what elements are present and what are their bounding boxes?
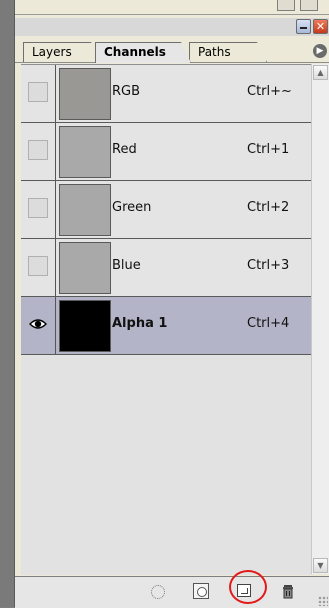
channel-name: Green [112,200,152,215]
minimize-button[interactable] [296,19,311,34]
tab-layers[interactable]: Layers [23,42,101,62]
visibility-toggle[interactable] [21,239,56,296]
channel-name: RGB [112,84,141,99]
resize-grip[interactable] [318,596,328,606]
channel-thumbnail [59,242,111,294]
channel-shortcut: Ctrl+2 [247,200,290,215]
channel-row[interactable]: Red Ctrl+1 [21,123,311,181]
channel-thumbnail [59,300,111,352]
visibility-box[interactable] [28,140,48,160]
visibility-box[interactable] [28,256,48,276]
tab-paths[interactable]: Paths [189,42,267,62]
channel-shortcut: Ctrl+3 [247,258,290,273]
channel-thumbnail [59,184,111,236]
visibility-toggle[interactable] [21,65,56,122]
new-channel-icon[interactable] [237,584,251,597]
channel-shortcut: Ctrl+4 [247,316,290,331]
visibility-toggle[interactable] [21,297,56,354]
visibility-box[interactable] [28,82,48,102]
scroll-down-icon[interactable]: ▼ [313,558,328,573]
visibility-toggle[interactable] [21,181,56,238]
channels-panel: ✕ Layers Channels Paths ▶ RGB Ctrl+~ Red Ct… [14,0,329,608]
channel-shortcut: Ctrl+1 [247,142,290,157]
channel-name: Blue [112,258,141,273]
eye-icon[interactable] [29,317,47,331]
vertical-scrollbar[interactable]: ▲ ▼ [311,64,329,574]
channel-name: Alpha 1 [112,316,168,331]
channel-row[interactable]: RGB Ctrl+~ [21,65,311,123]
previous-panel-button[interactable] [277,0,295,11]
window-left-frame [0,0,14,607]
panel-menu-icon[interactable]: ▶ [313,44,327,58]
channel-list: RGB Ctrl+~ Red Ctrl+1 Green Ctrl+2 Blue Ctrl+3 A… [21,64,311,575]
load-selection-icon[interactable] [151,585,165,599]
previous-panel-button[interactable] [300,0,318,11]
channel-row[interactable]: Green Ctrl+2 [21,181,311,239]
channel-row[interactable]: Blue Ctrl+3 [21,239,311,297]
panel-titlebar[interactable]: ✕ [15,18,329,36]
channel-shortcut: Ctrl+~ [247,84,292,99]
panel-footer [15,570,329,608]
panel-tabs: Layers Channels Paths ▶ [15,40,329,63]
previous-panel-edge [15,0,329,15]
channel-row[interactable]: Alpha 1 Ctrl+4 [21,297,311,355]
save-selection-icon[interactable] [193,583,209,599]
scroll-up-icon[interactable]: ▲ [313,65,328,80]
delete-channel-icon[interactable] [280,583,296,599]
close-button[interactable]: ✕ [313,19,328,34]
channel-name: Red [112,142,137,157]
channel-thumbnail [59,126,111,178]
visibility-box[interactable] [28,198,48,218]
channel-thumbnail [59,68,111,120]
visibility-toggle[interactable] [21,123,56,180]
tab-channels[interactable]: Channels [95,42,191,63]
